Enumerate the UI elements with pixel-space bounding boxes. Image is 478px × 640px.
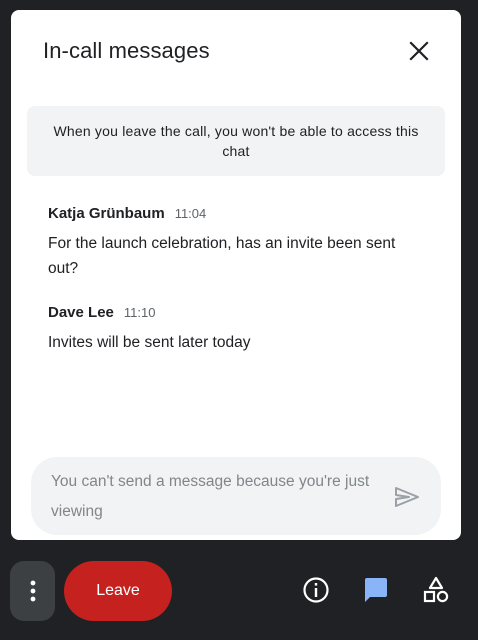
message-time: 11:10	[123, 305, 156, 320]
chat-icon	[365, 578, 387, 602]
message-text: For the launch celebration, has an invit…	[48, 235, 396, 277]
activities-button[interactable]	[420, 574, 452, 606]
send-icon	[395, 487, 419, 507]
info-button[interactable]	[300, 574, 332, 606]
shapes-icon	[423, 576, 449, 603]
message-composer[interactable]: You can't send a message because you're …	[31, 457, 441, 535]
info-icon	[303, 577, 329, 603]
message-text: Invites will be sent later today	[48, 334, 251, 351]
chat-notice: When you leave the call, you won't be ab…	[27, 106, 445, 176]
message-sender: Dave Lee	[48, 304, 114, 321]
meeting-screen: In-call messages When you leave the call…	[0, 0, 478, 640]
message-sender: Katja Grünbaum	[48, 205, 165, 222]
composer-placeholder: You can't send a message because you're …	[51, 473, 370, 520]
leave-button[interactable]: Leave	[64, 561, 172, 621]
chat-button[interactable]	[360, 574, 392, 606]
close-icon	[409, 41, 429, 61]
more-vert-icon	[30, 580, 35, 602]
more-options-button[interactable]	[10, 561, 55, 621]
in-call-messages-panel: In-call messages When you leave the call…	[11, 10, 461, 540]
send-button[interactable]	[391, 481, 423, 513]
chat-message: Dave Lee 11:10 Invites will be sent late…	[48, 304, 428, 355]
chat-message: Katja Grünbaum 11:04 For the launch cele…	[48, 205, 428, 281]
close-button[interactable]	[404, 36, 434, 66]
message-time: 11:04	[174, 206, 207, 221]
panel-title: In-call messages	[43, 38, 210, 63]
